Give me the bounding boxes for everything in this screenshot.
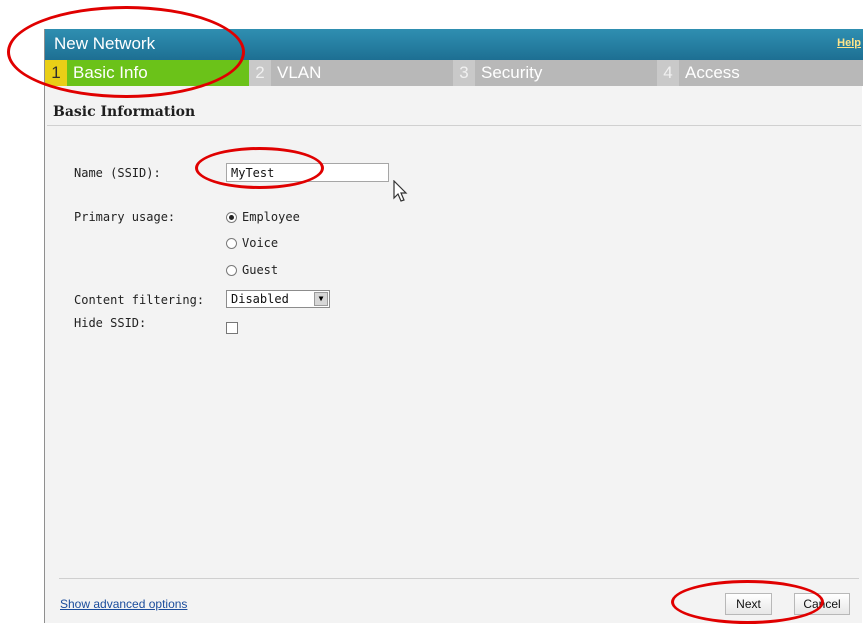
- radio-employee[interactable]: Employee: [226, 210, 300, 224]
- tab-number: 2: [249, 60, 271, 86]
- select-value: Disabled: [231, 292, 289, 306]
- name-label: Name (SSID):: [74, 166, 161, 180]
- new-network-dialog: New Network Help 1 Basic Info 2 VLAN 3 Secu…: [44, 29, 863, 623]
- hide-ssid-checkbox[interactable]: [226, 322, 238, 334]
- radio-button[interactable]: [226, 237, 237, 249]
- hide-ssid-label: Hide SSID:: [74, 316, 147, 330]
- radio-label: Guest: [242, 263, 279, 277]
- radio-label: Employee: [242, 210, 300, 224]
- dropdown-arrow-icon[interactable]: ▼: [314, 292, 328, 306]
- primary-usage-label: Primary usage:: [74, 210, 176, 224]
- radio-button-selected[interactable]: [226, 211, 237, 223]
- annotation-circle-title: [7, 6, 245, 98]
- tab-security[interactable]: 3 Security: [453, 60, 657, 86]
- tab-label: Security: [481, 63, 543, 82]
- tab-label: Access: [685, 63, 740, 82]
- help-link[interactable]: Help: [837, 37, 861, 49]
- radio-voice[interactable]: Voice: [226, 236, 278, 250]
- annotation-circle-ssid: [195, 147, 324, 189]
- content-filtering-label: Content filtering:: [74, 293, 205, 307]
- section-divider: [47, 125, 861, 126]
- annotation-circle-next: [671, 580, 824, 624]
- tab-number: 3: [453, 60, 475, 86]
- radio-guest[interactable]: Guest: [226, 263, 278, 277]
- tab-access[interactable]: 4 Access: [657, 60, 861, 86]
- section-title: Basic Information: [53, 104, 196, 120]
- tab-number: 4: [657, 60, 679, 86]
- radio-button[interactable]: [226, 264, 237, 276]
- tab-vlan[interactable]: 2 VLAN: [249, 60, 453, 86]
- footer-divider: [59, 578, 859, 579]
- content-filtering-select[interactable]: Disabled ▼: [226, 290, 330, 308]
- tab-label: VLAN: [277, 63, 322, 82]
- radio-label: Voice: [242, 236, 279, 250]
- show-advanced-options-link[interactable]: Show advanced options: [60, 597, 187, 611]
- mouse-cursor-icon: [393, 180, 408, 202]
